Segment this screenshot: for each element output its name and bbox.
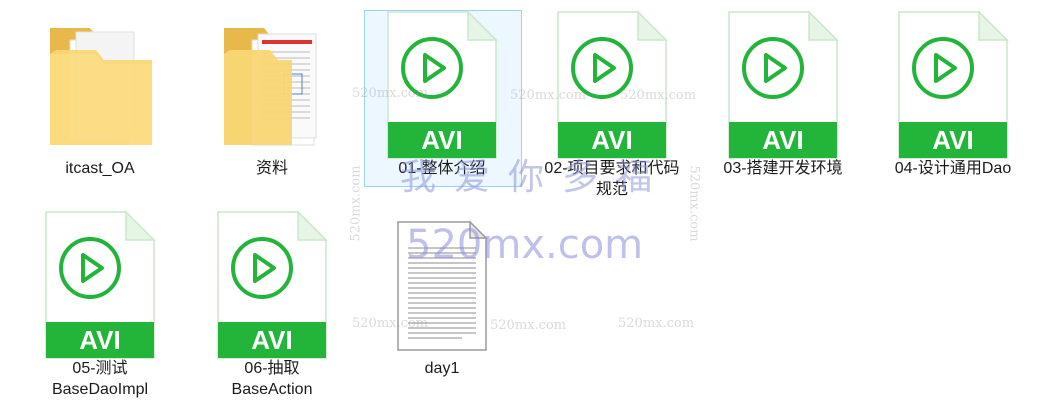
item-label: 资料 <box>255 160 288 177</box>
avi-badge: AVI <box>591 125 632 155</box>
avi-video-file-icon: AVI <box>728 10 839 159</box>
avi-video-file-icon: AVI <box>557 10 668 159</box>
item-label: 06-抽取BaseAction <box>231 360 313 398</box>
avi-badge: AVI <box>932 125 973 155</box>
avi-video-file-icon: AVI <box>217 210 328 359</box>
avi-badge: AVI <box>79 325 120 355</box>
item-label: itcast_OA <box>65 160 135 177</box>
item-label: 01-整体介绍 <box>398 160 486 177</box>
item-label: 02-项目要求和代码规范 <box>544 160 680 198</box>
item-label: 04-设计通用Dao <box>894 160 1012 177</box>
watermark-small: 520mx.com <box>618 316 695 331</box>
item-label: 05-测试BaseDaoImpl <box>51 360 149 398</box>
avi-badge: AVI <box>762 125 803 155</box>
avi-badge: AVI <box>251 325 292 355</box>
folder-with-documents-icon <box>224 28 317 146</box>
folder-icon <box>50 28 152 145</box>
text-document-icon <box>397 220 488 351</box>
avi-video-file-icon: AVI <box>387 10 498 159</box>
avi-video-file-icon: AVI <box>45 210 156 359</box>
avi-badge: AVI <box>421 125 462 155</box>
avi-video-file-icon: AVI <box>898 10 1009 159</box>
item-label: day1 <box>424 360 460 377</box>
watermark-small-vertical: 520mx.com <box>686 165 702 242</box>
item-label: 03-搭建开发环境 <box>723 160 843 177</box>
